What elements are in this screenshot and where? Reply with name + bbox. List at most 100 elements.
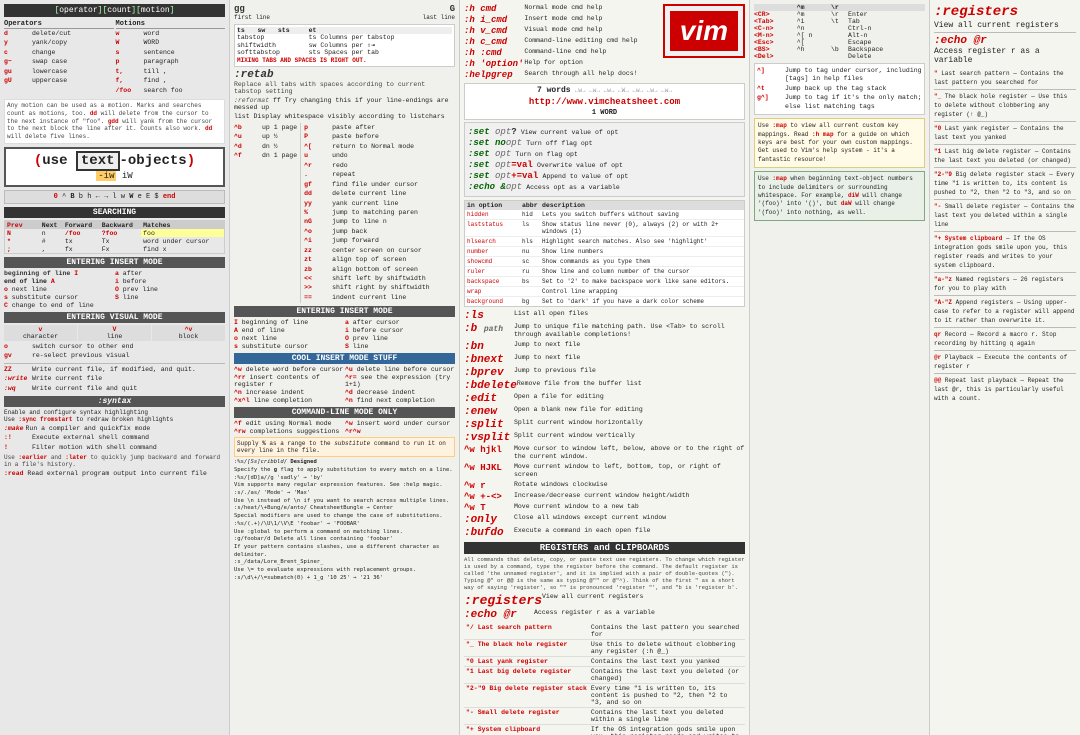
imap-note: Use :map to view all current custom key … bbox=[754, 118, 925, 168]
visual-cmds: oswitch cursor to other end gvre-select … bbox=[4, 343, 225, 361]
ins-sub: s substitute cursor bbox=[4, 294, 114, 301]
ins-grid-2: I beginning of line a after cursor A end… bbox=[234, 319, 455, 350]
mot-s: ssentence bbox=[116, 49, 226, 57]
jm-co: ^ojump back bbox=[304, 228, 455, 236]
opt-laststatus: laststatuslsShow status line never (0), … bbox=[465, 220, 744, 237]
ins-next: o next line bbox=[4, 286, 114, 293]
vim-logo: vim bbox=[663, 4, 745, 58]
echo-opt: :echo &opt Access opt as a variable bbox=[468, 182, 741, 192]
write-cmd: :writeWrite current file bbox=[4, 375, 225, 383]
km-cd: ^ddn ½ bbox=[234, 143, 297, 151]
fc-bn: :bnJump to next file bbox=[464, 341, 745, 353]
set-plus: :set opt+=val Append to value of opt bbox=[468, 171, 741, 181]
sub-ex4: :s/heat/\+Bung/e/anto/ CheatsheetBungle … bbox=[234, 505, 455, 513]
motion-line: 0 ^ B b h ← → l w W e E $ end bbox=[4, 190, 225, 204]
tab-settings: tsswstset tabstopts Columns per tabstop … bbox=[234, 24, 455, 67]
reg-cmds: :registers View all current registers :e… bbox=[464, 593, 745, 621]
cool-crr: ^rr insert contents of register r bbox=[234, 374, 344, 388]
jm-u: uundo bbox=[304, 152, 455, 160]
fc-bufdo: :bufdoExecute a command in each open fil… bbox=[464, 527, 745, 539]
hdesc-4: Command-line editing cmd help bbox=[524, 37, 659, 47]
hcmd-7: :helpgrep bbox=[464, 70, 523, 80]
hdesc-7: Search through all help docs! bbox=[524, 70, 659, 80]
ins2-beg: I beginning of line bbox=[234, 319, 344, 326]
text-objects-hint: -iw iW bbox=[10, 171, 219, 181]
file-cmds: :lsList all open files :b pathJump to un… bbox=[464, 310, 745, 539]
opt-number: numbernuShow line numbers bbox=[465, 247, 744, 257]
fc-wsize: ^w +-<>Increase/decrease current window … bbox=[464, 492, 745, 502]
registers-big-display: :registers View all current registers :e… bbox=[934, 4, 1076, 65]
sub-regex-note: Vim supports many regular expression fea… bbox=[234, 482, 455, 490]
opt-hlsearch: hlsearchhlsHighlight search matches. Als… bbox=[465, 237, 744, 247]
reg-echo-cmd: :echo @r Access register r as a variable bbox=[464, 609, 745, 621]
qr-slash: " Last search pattern — Contains the las… bbox=[934, 69, 1076, 87]
opt-showcmd: showcmdscShow commands as you type them bbox=[465, 257, 744, 267]
jm-indent-r: >>shift right by shiftwidth bbox=[304, 284, 455, 292]
sub-case-note: Special modifiers are used to change the… bbox=[234, 513, 455, 521]
hcmd-5: :h :cmd bbox=[464, 48, 523, 58]
op-gtilde: g~swap case bbox=[4, 58, 114, 66]
cool-cxl: ^x^l line completion bbox=[234, 397, 344, 404]
mot-t: t,till , bbox=[116, 68, 226, 76]
set-val: :set opt=val Overwrite value of opt bbox=[468, 160, 741, 170]
jump-cmds: ^]Jump to tag under cursor, including [t… bbox=[754, 63, 925, 115]
set-opt-on: :set opt Turn on flag opt bbox=[468, 149, 741, 159]
cmd-crw: ^rw completions suggestions bbox=[234, 428, 344, 435]
insert-mode-title: ENTERING INSERT MODE bbox=[4, 257, 225, 268]
help-grid: :h cmdNormal mode cmd help :h i_cmdInser… bbox=[464, 4, 660, 80]
vis-o: oswitch cursor to other end bbox=[4, 343, 225, 351]
km-cb: ^bup 1 page bbox=[234, 124, 297, 132]
op-y: yyank/copy bbox=[4, 39, 114, 47]
syntax-desc: Enable and configure syntax highlighting… bbox=[4, 409, 225, 423]
words-area: 7 words ←w→ ←w→ ←w→ ←W→ ←w→ ←w→ ←w→ http… bbox=[464, 83, 745, 120]
registers-big-cmd: :registers bbox=[934, 4, 1076, 20]
cr-mn: <M-n>^[ nAlt-n bbox=[754, 32, 925, 39]
tab-row3: softtabstopsts Spaces per tab bbox=[237, 49, 452, 56]
hdesc-5: Command-line cmd help bbox=[524, 48, 659, 58]
jm-cr: ^rredo bbox=[304, 162, 455, 170]
operator-banner: [operator][count][motion] bbox=[4, 4, 225, 17]
op-gU: gUuppercase bbox=[4, 77, 114, 85]
opt-hidden: hiddenhidLets you switch buffers without… bbox=[465, 210, 744, 220]
searching-table: PrevNextForwardBackwardMatches Nn/foo?fo… bbox=[4, 220, 225, 254]
reg-0: "0 Last yank register Contains the last … bbox=[464, 657, 745, 667]
qr-bb: "_ The black hole register — Use this to… bbox=[934, 92, 1076, 119]
vis-gv: gvre-select previous visual bbox=[4, 352, 225, 360]
jm-P: Ppaste before bbox=[304, 133, 455, 141]
text-objects-display: (use text-objects) bbox=[10, 153, 219, 169]
reformat-area: :reformat ff Try changing this if your l… bbox=[234, 97, 455, 111]
set-opt: :set opt? View current value of opt bbox=[468, 127, 741, 137]
retab-cmd: :retab bbox=[234, 69, 274, 81]
reg-plus: "+ System clipboard If the OS integratio… bbox=[464, 725, 745, 735]
reg-minus: "- Small delete register Contains the la… bbox=[464, 708, 745, 725]
cmd-crcw: ^r^w bbox=[345, 428, 455, 435]
cool-cn: ^n increase indent bbox=[234, 389, 344, 396]
qr-record: qr Record — Record a macro r. Stop recor… bbox=[934, 330, 1076, 348]
operators-list: Operators ddelete/cut yyank/copy cchange… bbox=[4, 20, 114, 96]
opt-wrap: wrapControl line wrapping bbox=[465, 287, 744, 297]
cr-header: ^m\r bbox=[754, 4, 925, 11]
cool-cu: ^u delete line before cursor bbox=[345, 366, 455, 373]
fc-enew: :enewOpen a blank new file for editing bbox=[464, 406, 745, 418]
make-area: :make Run a compiler and quickfix mode bbox=[4, 425, 225, 432]
cr-tab: <Tab>^i\tTab bbox=[754, 18, 925, 25]
cool-cd: ^d decrease indent bbox=[345, 389, 455, 396]
qr-2-9: "2-"9 Big delete register stack — Every … bbox=[934, 170, 1076, 197]
make-desc: Run a compiler and quickfix mode bbox=[26, 425, 151, 432]
jm-eq: ==indent current line bbox=[304, 294, 455, 302]
insert-grid: beginning of line I a after end of line … bbox=[4, 270, 225, 309]
k-motions: ^bup 1 page ^uup ½ ^ddn ½ ^fdn 1 page bbox=[234, 123, 301, 303]
motions-list: Motions wword WWORD ssentence pparagraph… bbox=[116, 20, 226, 96]
mot-w: wword bbox=[116, 30, 226, 38]
vim-logo-text: vim bbox=[670, 11, 738, 51]
set-noopt: :set noopt Turn off flag opt bbox=[468, 138, 741, 148]
jmp-cT: ^tJump back up the tag stack bbox=[757, 85, 922, 93]
mot-p: pparagraph bbox=[116, 58, 226, 66]
cr-bs: <BS>^h\bBackspace bbox=[754, 46, 925, 53]
jm-yy: yyyank current line bbox=[304, 200, 455, 208]
tab-table: tsswstset tabstopts Columns per tabstop … bbox=[237, 27, 452, 56]
zz-cmd: ZZWrite current file, if modified, and q… bbox=[4, 366, 225, 374]
registers-note: All commands that delete, copy, or paste… bbox=[464, 556, 745, 592]
sub-delim-note: If your pattern contains slashes, use a … bbox=[234, 544, 455, 559]
qr-plus: "+ System clipboard — If the OS integrat… bbox=[934, 234, 1076, 270]
